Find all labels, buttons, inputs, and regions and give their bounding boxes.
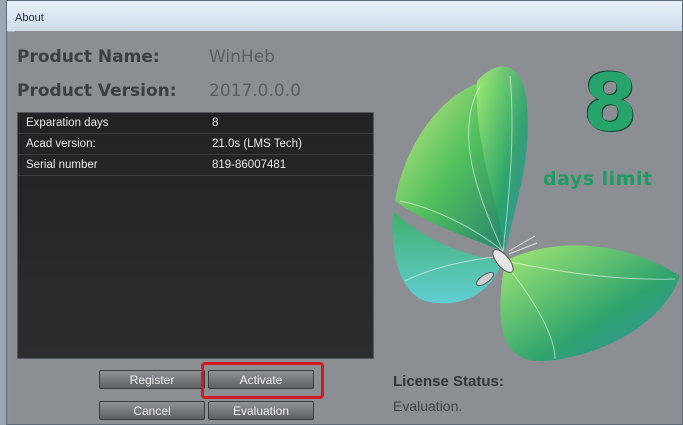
- title-bar: About: [7, 1, 682, 32]
- info-key: Acad version:: [26, 138, 96, 150]
- product-name-label: Product Name:: [17, 47, 160, 67]
- info-key: Exparation days: [26, 117, 109, 129]
- register-button[interactable]: Register: [99, 370, 205, 389]
- info-key: Serial number: [26, 159, 98, 171]
- info-row-serial-number: Serial number 819-86007481: [18, 155, 373, 176]
- product-version-label: Product Version:: [17, 81, 177, 101]
- info-value: 8: [212, 117, 219, 129]
- butterfly-logo-icon: [392, 66, 680, 362]
- product-version-value: 2017.0.0.0: [209, 81, 301, 101]
- cancel-button[interactable]: Cancel: [99, 401, 205, 420]
- info-value: 819-86007481: [212, 159, 287, 171]
- info-row-acad-version: Acad version: 21.0s (LMS Tech): [18, 134, 373, 155]
- info-panel: Exparation days 8 Acad version: 21.0s (L…: [17, 112, 374, 359]
- license-status-value: Evaluation.: [393, 398, 463, 414]
- activate-highlight-box: [201, 362, 324, 399]
- product-name-value: WinHeb: [209, 47, 275, 67]
- about-window: About Product Name: WinHeb Product Versi…: [6, 0, 683, 425]
- days-limit-caption: days limit: [543, 168, 653, 190]
- evaluation-button[interactable]: Evaluation: [208, 401, 314, 420]
- about-content: Product Name: WinHeb Product Version: 20…: [15, 31, 682, 424]
- info-value: 21.0s (LMS Tech): [212, 138, 302, 150]
- info-row-expiration: Exparation days 8: [18, 113, 373, 134]
- days-remaining-number: 8: [583, 59, 638, 149]
- license-status-label: License Status:: [393, 373, 504, 390]
- window-title: About: [15, 12, 44, 24]
